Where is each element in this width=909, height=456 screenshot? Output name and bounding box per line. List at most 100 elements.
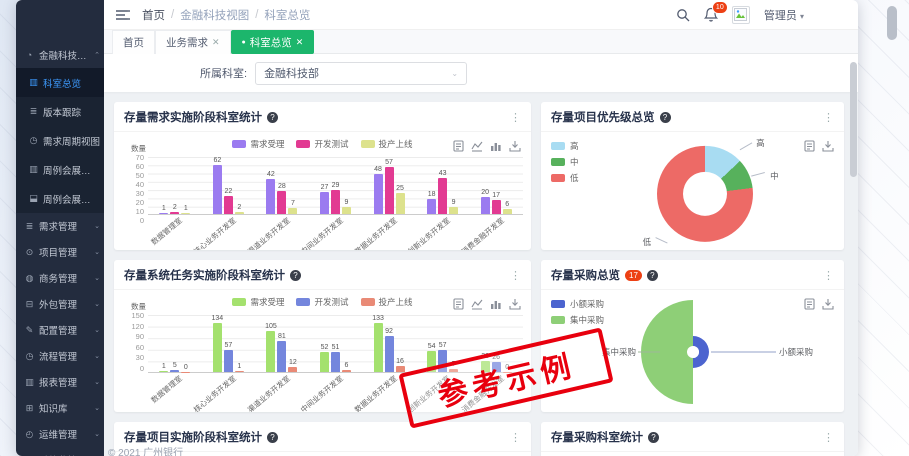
bar-需求受理[interactable]: 105 xyxy=(266,315,276,372)
card-menu-icon[interactable]: ⋮ xyxy=(510,111,521,124)
bar-需求受理[interactable]: 48 xyxy=(373,157,383,214)
bar-rect[interactable] xyxy=(481,197,490,214)
bar-rect[interactable] xyxy=(342,370,351,372)
bar-rect[interactable] xyxy=(438,178,447,214)
bar-rect[interactable] xyxy=(288,208,297,214)
sidebar-item-周例会展示报表-采购[interactable]: ⬓周例会展示报表-采购 xyxy=(16,184,104,213)
sidebar-item-需求周期视图[interactable]: ◷需求周期视图 xyxy=(16,126,104,155)
notifications-bell-icon[interactable]: 10 xyxy=(704,7,718,22)
bar-rect[interactable] xyxy=(224,196,233,214)
bar-rect[interactable] xyxy=(320,352,329,372)
sidebar-item-运维管理[interactable]: ◴运维管理⌄ xyxy=(16,421,104,447)
sidebar-item-知识库[interactable]: ⊞知识库⌄ xyxy=(16,395,104,421)
tab-科室总览[interactable]: ●科室总览✕ xyxy=(231,30,315,54)
bar-rect[interactable] xyxy=(266,331,275,372)
tab-首页[interactable]: 首页 xyxy=(112,30,155,54)
data-view-icon[interactable] xyxy=(453,297,464,315)
bar-rect[interactable] xyxy=(235,371,244,372)
close-icon[interactable]: ✕ xyxy=(296,37,304,48)
bar-投产上线[interactable]: 6 xyxy=(341,315,351,372)
help-icon[interactable]: ? xyxy=(647,270,658,281)
data-view-icon[interactable] xyxy=(804,297,815,315)
bar-rect[interactable] xyxy=(492,200,501,214)
legend-item-集中采购[interactable]: 集中采购 xyxy=(551,314,604,326)
card-menu-icon[interactable]: ⋮ xyxy=(823,431,834,444)
bar-开发测试[interactable]: 92 xyxy=(384,315,394,372)
sidebar-item-金融科技视图[interactable]: ◔金融科技视图⌃ xyxy=(16,42,104,68)
bar-rect[interactable] xyxy=(396,366,405,372)
bar-需求受理[interactable]: 1 xyxy=(159,315,169,372)
bar-rect[interactable] xyxy=(374,323,383,372)
download-icon[interactable] xyxy=(509,139,521,157)
tab-业务需求[interactable]: 业务需求✕ xyxy=(155,30,231,54)
bar-开发测试[interactable]: 29 xyxy=(330,157,340,214)
bar-投产上线[interactable]: 9 xyxy=(449,157,459,214)
user-avatar[interactable] xyxy=(732,6,750,24)
sidebar-item-版本跟踪[interactable]: ≣版本跟踪 xyxy=(16,97,104,126)
bar-rect[interactable] xyxy=(224,350,233,372)
bar-chart-icon[interactable] xyxy=(490,139,502,157)
bar-rect[interactable] xyxy=(235,212,244,214)
line-chart-icon[interactable] xyxy=(471,139,483,157)
bar-需求受理[interactable]: 27 xyxy=(319,157,329,214)
bar-投产上线[interactable]: 12 xyxy=(288,315,298,372)
sidebar-item-周例会展示报表-项目[interactable]: ▥周例会展示报表-项目 xyxy=(16,155,104,184)
bar-开发测试[interactable]: 81 xyxy=(277,315,287,372)
bar-投产上线[interactable]: 6 xyxy=(502,157,512,214)
download-icon[interactable] xyxy=(822,139,834,157)
bar-需求受理[interactable]: 62 xyxy=(212,157,222,214)
sidebar-item-配置管理[interactable]: ✎配置管理⌄ xyxy=(16,317,104,343)
bar-投产上线[interactable]: 16 xyxy=(395,315,405,372)
bar-需求受理[interactable]: 54 xyxy=(427,315,437,372)
bar-需求受理[interactable]: 133 xyxy=(373,315,383,372)
bar-投产上线[interactable]: 0 xyxy=(181,315,191,372)
legend-item-需求受理[interactable]: 需求受理 xyxy=(232,296,284,308)
legend-item-小额采购[interactable]: 小额采购 xyxy=(551,298,604,310)
help-icon[interactable]: ? xyxy=(660,112,671,123)
sidebar-item-商务管理[interactable]: ◍商务管理⌄ xyxy=(16,265,104,291)
legend-item-开发测试[interactable]: 开发测试 xyxy=(296,138,348,150)
page-scrollbar[interactable] xyxy=(850,62,857,177)
sidebar-item-项目管理[interactable]: ⊙项目管理⌄ xyxy=(16,239,104,265)
download-icon[interactable] xyxy=(822,297,834,315)
bar-开发测试[interactable]: 57 xyxy=(384,157,394,214)
bar-投产上线[interactable]: 1 xyxy=(181,157,191,214)
bar-rect[interactable] xyxy=(170,212,179,214)
card-menu-icon[interactable]: ⋮ xyxy=(823,269,834,282)
bar-rect[interactable] xyxy=(277,191,286,214)
bar-开发测试[interactable]: 43 xyxy=(438,157,448,214)
bar-rect[interactable] xyxy=(385,336,394,372)
line-chart-icon[interactable] xyxy=(471,297,483,315)
breadcrumb-fintech-view[interactable]: 金融科技视图 xyxy=(180,7,249,23)
help-icon[interactable]: ? xyxy=(290,270,301,281)
sidebar-item-外包管理[interactable]: ⊟外包管理⌄ xyxy=(16,291,104,317)
dept-select[interactable]: 金融科技部 ⌄ xyxy=(255,62,467,85)
sidebar-item-报表管理[interactable]: ▥报表管理⌄ xyxy=(16,369,104,395)
legend-item-开发测试[interactable]: 开发测试 xyxy=(296,296,348,308)
bar-rect[interactable] xyxy=(374,174,383,214)
bar-rect[interactable] xyxy=(503,209,512,214)
bar-rect[interactable] xyxy=(320,192,329,214)
bar-投产上线[interactable]: 25 xyxy=(395,157,405,214)
bar-需求受理[interactable]: 52 xyxy=(319,315,329,372)
bar-rect[interactable] xyxy=(181,213,190,214)
bar-rect[interactable] xyxy=(331,352,340,372)
sidebar-item-需求管理[interactable]: ≣需求管理⌄ xyxy=(16,213,104,239)
bar-rect[interactable] xyxy=(181,372,190,373)
bar-开发测试[interactable]: 22 xyxy=(223,157,233,214)
bar-投产上线[interactable]: 1 xyxy=(234,315,244,372)
bar-rect[interactable] xyxy=(266,179,275,214)
bar-rect[interactable] xyxy=(159,213,168,214)
bar-rect[interactable] xyxy=(396,193,405,214)
bar-需求受理[interactable]: 18 xyxy=(427,157,437,214)
bar-开发测试[interactable]: 57 xyxy=(223,315,233,372)
bar-rect[interactable] xyxy=(170,370,179,372)
bar-rect[interactable] xyxy=(288,367,297,372)
sidebar-item-系统监控[interactable]: ⌗系统监控⌄ xyxy=(16,447,104,456)
bar-需求受理[interactable]: 20 xyxy=(480,157,490,214)
data-view-icon[interactable] xyxy=(453,139,464,157)
bar-rect[interactable] xyxy=(331,190,340,214)
bar-投产上线[interactable]: 2 xyxy=(234,157,244,214)
search-icon[interactable] xyxy=(676,8,690,22)
bar-需求受理[interactable]: 1 xyxy=(159,157,169,214)
